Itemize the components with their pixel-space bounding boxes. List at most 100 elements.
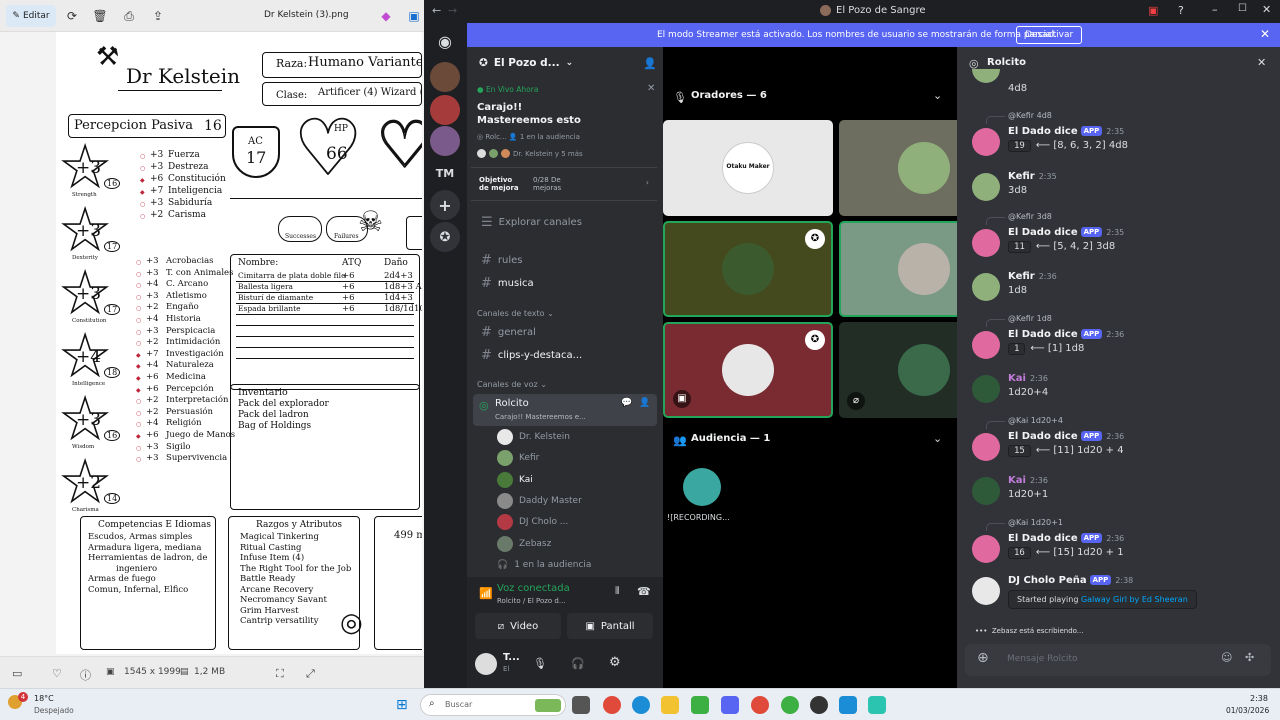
channel-musica[interactable]: # musica (477, 273, 655, 293)
voice-member[interactable]: Zebasz (497, 534, 551, 554)
clock-date[interactable]: 01/03/2026 (1226, 706, 1269, 715)
avatar[interactable] (972, 273, 1000, 301)
voice-connected[interactable]: Voz conectada (497, 583, 570, 594)
invite-icon[interactable]: 👤 (643, 57, 657, 70)
stage-channel-rolcito[interactable]: ◎ Rolcito Carajo!! Mastereemos e... 💬 👤 (473, 394, 657, 426)
avatar[interactable] (972, 477, 1000, 505)
speaker-tile-5[interactable]: ✪ ▣ (663, 322, 833, 418)
close-chat-icon[interactable]: ✕ (1257, 56, 1266, 69)
reply-reference[interactable]: @Kai 1d20+4 (986, 416, 1063, 429)
speaker-tile-1[interactable]: Otaku Maker (663, 120, 833, 216)
avatar[interactable] (972, 229, 1000, 257)
soundboard-icon[interactable]: ⦀ (615, 586, 619, 597)
info-icon[interactable]: ⓘ (80, 667, 91, 683)
clock-time[interactable]: 2:38 (1250, 694, 1268, 703)
channel-clips[interactable]: # clips-y-destaca... (477, 345, 655, 365)
event-title[interactable]: Carajo!! Mastereemos esto (477, 101, 587, 127)
category-text[interactable]: Canales de texto ⌄ (477, 309, 554, 318)
close-event-icon[interactable]: ✕ (647, 83, 655, 94)
back-arrow-icon[interactable]: ← (432, 4, 441, 17)
avatar[interactable] (972, 128, 1000, 156)
forward-arrow-icon[interactable]: → (448, 4, 457, 17)
add-attachment-icon[interactable]: ⊕ (977, 650, 989, 666)
avatar[interactable] (972, 69, 1000, 83)
discover-icon[interactable]: ✪ (430, 222, 460, 252)
delete-icon[interactable]: 🗑 (92, 8, 108, 24)
edit-button[interactable]: ✎ Editar (6, 5, 56, 27)
reply-reference[interactable]: @Kai 1d20+1 (986, 518, 1063, 531)
rotate-icon[interactable]: ⟳ (64, 8, 80, 24)
audience-avatar[interactable] (683, 468, 721, 506)
author-name[interactable]: Kai 2:36 (1008, 475, 1048, 486)
voice-member[interactable]: Daddy Master (497, 491, 582, 511)
avatar[interactable] (972, 375, 1000, 403)
voice-member[interactable]: Kai (497, 470, 533, 490)
server-avatar-3[interactable] (430, 126, 460, 156)
share-icon[interactable]: ⇪ (150, 8, 166, 24)
microphone-icon[interactable]: 🎙 (533, 657, 547, 670)
author-name[interactable]: El Dado dice APP 2:35 (1008, 126, 1124, 137)
author-name[interactable]: Kefir 2:36 (1008, 271, 1057, 282)
add-server-icon[interactable]: + (430, 190, 460, 220)
apps-icon[interactable]: ✣ (1245, 651, 1254, 664)
voice-member[interactable]: Dr. Kelstein (497, 427, 570, 447)
task-view-icon[interactable] (572, 696, 590, 714)
server-header[interactable]: ✪ El Pozo d... ⌄ (479, 57, 573, 69)
disable-streamer-button[interactable]: Desactivar (1016, 26, 1083, 44)
print-icon[interactable]: ⎙ (121, 8, 137, 24)
category-voice[interactable]: Canales de voz ⌄ (477, 380, 547, 389)
add-member-icon[interactable]: 👤 (639, 398, 650, 408)
settings-gear-icon[interactable]: ⚙ (609, 655, 621, 670)
channel-rules[interactable]: # rules (477, 250, 655, 270)
avatar[interactable] (972, 173, 1000, 201)
favorite-icon[interactable]: ♡ (52, 667, 62, 680)
copilot-icon[interactable]: ◆ (378, 8, 394, 24)
close-banner-icon[interactable]: ✕ (1260, 27, 1270, 41)
reply-reference[interactable]: @Kefir 4d8 (986, 111, 1052, 124)
author-name[interactable]: DJ Cholo Peña APP 2:38 (1008, 575, 1133, 586)
message-input[interactable]: Mensaje Rolcito (1007, 654, 1077, 664)
author-name[interactable]: Kai 2:36 (1008, 373, 1048, 384)
window-icon[interactable]: ▣ (406, 8, 422, 24)
message-input-box[interactable]: ⊕ Mensaje Rolcito ☺ ✣ (965, 644, 1271, 676)
screen-share-button[interactable]: ▣ Pantall (567, 613, 653, 639)
discord-home-icon[interactable]: ◉ (430, 26, 460, 56)
minimize-icon[interactable]: – (1212, 3, 1218, 16)
inbox-icon[interactable]: ▣ (1148, 4, 1158, 17)
emoji-icon[interactable]: ☺ (1221, 651, 1232, 664)
edge-icon[interactable] (632, 696, 650, 714)
chat-bubble-icon[interactable]: 💬 (621, 398, 632, 408)
avatar[interactable] (972, 331, 1000, 359)
voice-member[interactable]: Kefir (497, 448, 539, 468)
user-avatar[interactable] (475, 653, 497, 675)
chrome-profile-2-icon[interactable] (781, 696, 799, 714)
photos-icon[interactable] (839, 696, 857, 714)
obs-icon[interactable] (810, 696, 828, 714)
reply-reference[interactable]: @Kefir 3d8 (986, 212, 1052, 225)
chrome-profile-icon[interactable] (751, 696, 769, 714)
author-name[interactable]: Kefir 2:35 (1008, 171, 1057, 182)
maximize-icon[interactable]: ☐ (1238, 3, 1247, 14)
app-icon[interactable] (691, 696, 709, 714)
author-name[interactable]: El Dado dice APP 2:35 (1008, 227, 1124, 238)
chrome-icon[interactable] (603, 696, 621, 714)
notepad-icon[interactable] (868, 696, 886, 714)
author-name[interactable]: El Dado dice APP 2:36 (1008, 431, 1124, 442)
discord-taskbar-icon[interactable] (721, 696, 739, 714)
avatar[interactable] (972, 577, 1000, 605)
author-name[interactable]: El Dado dice APP 2:36 (1008, 533, 1124, 544)
headset-icon[interactable]: 🎧 (571, 657, 585, 670)
video-button[interactable]: ⧄ Video (475, 613, 561, 639)
reply-reference[interactable]: @Kefir 1d8 (986, 314, 1052, 327)
search-input[interactable]: Buscar (445, 700, 472, 709)
explore-channels[interactable]: ☰ Explorar canales (477, 212, 655, 232)
close-window-icon[interactable]: ✕ (1262, 3, 1271, 16)
fullscreen-icon[interactable]: ⤢ (306, 667, 315, 681)
help-icon[interactable]: ? (1178, 4, 1184, 17)
start-icon[interactable]: ⊞ (396, 697, 408, 713)
boost-goal[interactable]: Objetivo de mejora 0/28 De mejoras › (471, 167, 657, 201)
disconnect-icon[interactable]: ☎ (637, 585, 651, 598)
chevron-down-icon[interactable]: ⌄ (933, 89, 942, 102)
channel-general[interactable]: # general (477, 322, 655, 342)
speaker-tile-3[interactable]: ✪ (663, 221, 833, 317)
